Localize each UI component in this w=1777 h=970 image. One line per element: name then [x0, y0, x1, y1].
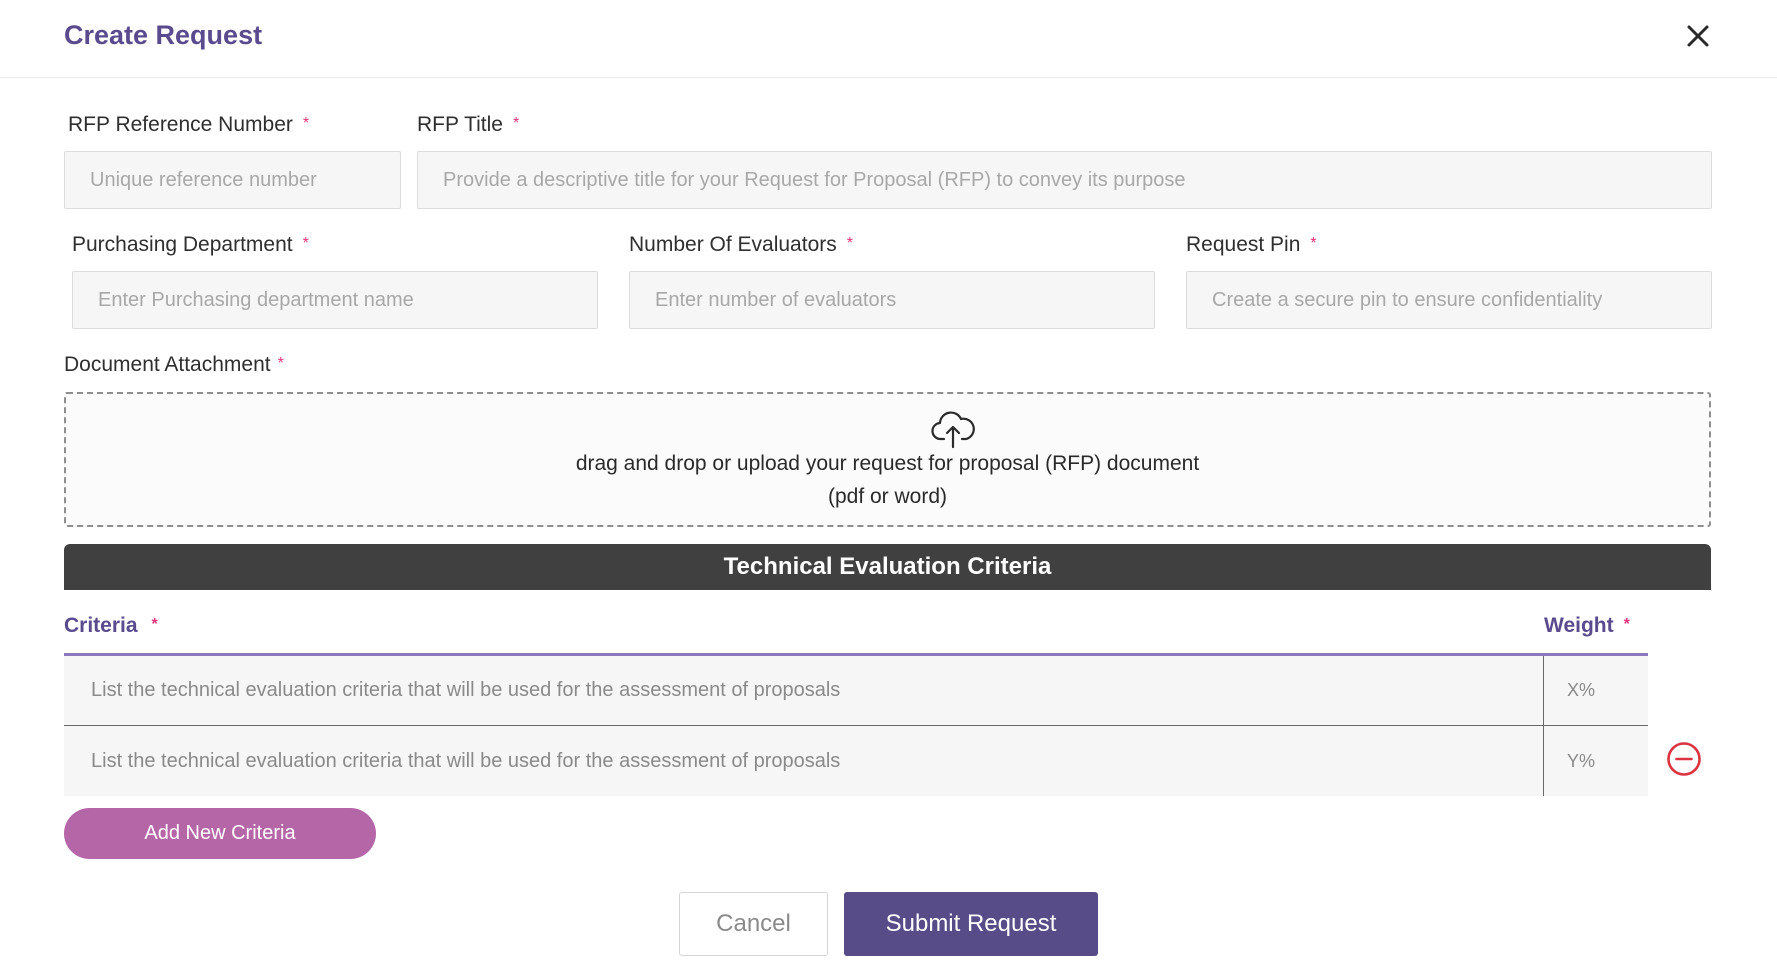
weight-cell [1545, 656, 1648, 725]
request-pin-input[interactable] [1186, 271, 1712, 329]
dropzone-file-types: (pdf or word) [827, 485, 948, 508]
rfp-reference-input[interactable] [64, 151, 401, 209]
purchasing-department-input[interactable] [72, 271, 598, 329]
required-marker: * [151, 616, 158, 633]
add-new-criteria-button[interactable]: Add New Criteria [64, 808, 376, 859]
criteria-cell [64, 656, 1544, 725]
modal-title: Create Request [64, 20, 263, 50]
close-button[interactable] [1680, 18, 1716, 54]
weight-column-header: Weight * [1544, 614, 1630, 637]
modal-header: Create Request [0, 0, 1777, 78]
number-of-evaluators-input[interactable] [629, 271, 1155, 329]
request-pin-label: Request Pin * [1186, 233, 1317, 256]
criteria-input[interactable] [64, 726, 1543, 796]
document-dropzone[interactable]: drag and drop or upload your request for… [64, 392, 1711, 527]
weight-input[interactable] [1545, 726, 1648, 796]
technical-criteria-header: Technical Evaluation Criteria [64, 544, 1711, 590]
criteria-cell [64, 726, 1544, 796]
cloud-upload-icon [931, 411, 975, 449]
close-icon [1687, 25, 1709, 47]
rfp-title-input[interactable] [417, 151, 1712, 209]
rfp-reference-label: RFP Reference Number * [68, 113, 310, 136]
submit-request-button[interactable]: Submit Request [844, 892, 1098, 956]
required-marker: * [512, 115, 520, 132]
required-marker: * [1310, 235, 1317, 252]
required-marker: * [302, 235, 309, 252]
purchasing-department-label: Purchasing Department * [72, 233, 309, 256]
minus-circle-icon [1667, 742, 1701, 776]
remove-criteria-button[interactable] [1666, 741, 1702, 777]
weight-cell [1545, 726, 1648, 796]
number-of-evaluators-label: Number Of Evaluators * [629, 233, 853, 256]
required-marker: * [302, 115, 310, 132]
required-marker: * [846, 235, 853, 252]
rfp-title-label: RFP Title * [417, 113, 520, 136]
weight-input[interactable] [1545, 656, 1648, 725]
required-marker: * [277, 355, 284, 372]
dropzone-instructions: drag and drop or upload your request for… [575, 452, 1200, 475]
criteria-row [64, 656, 1648, 726]
criteria-column-header: Criteria * [64, 614, 158, 637]
required-marker: * [1623, 616, 1630, 633]
cancel-button[interactable]: Cancel [679, 892, 828, 956]
criteria-input[interactable] [64, 656, 1543, 725]
document-attachment-label: Document Attachment * [64, 353, 284, 376]
criteria-row [64, 726, 1648, 796]
